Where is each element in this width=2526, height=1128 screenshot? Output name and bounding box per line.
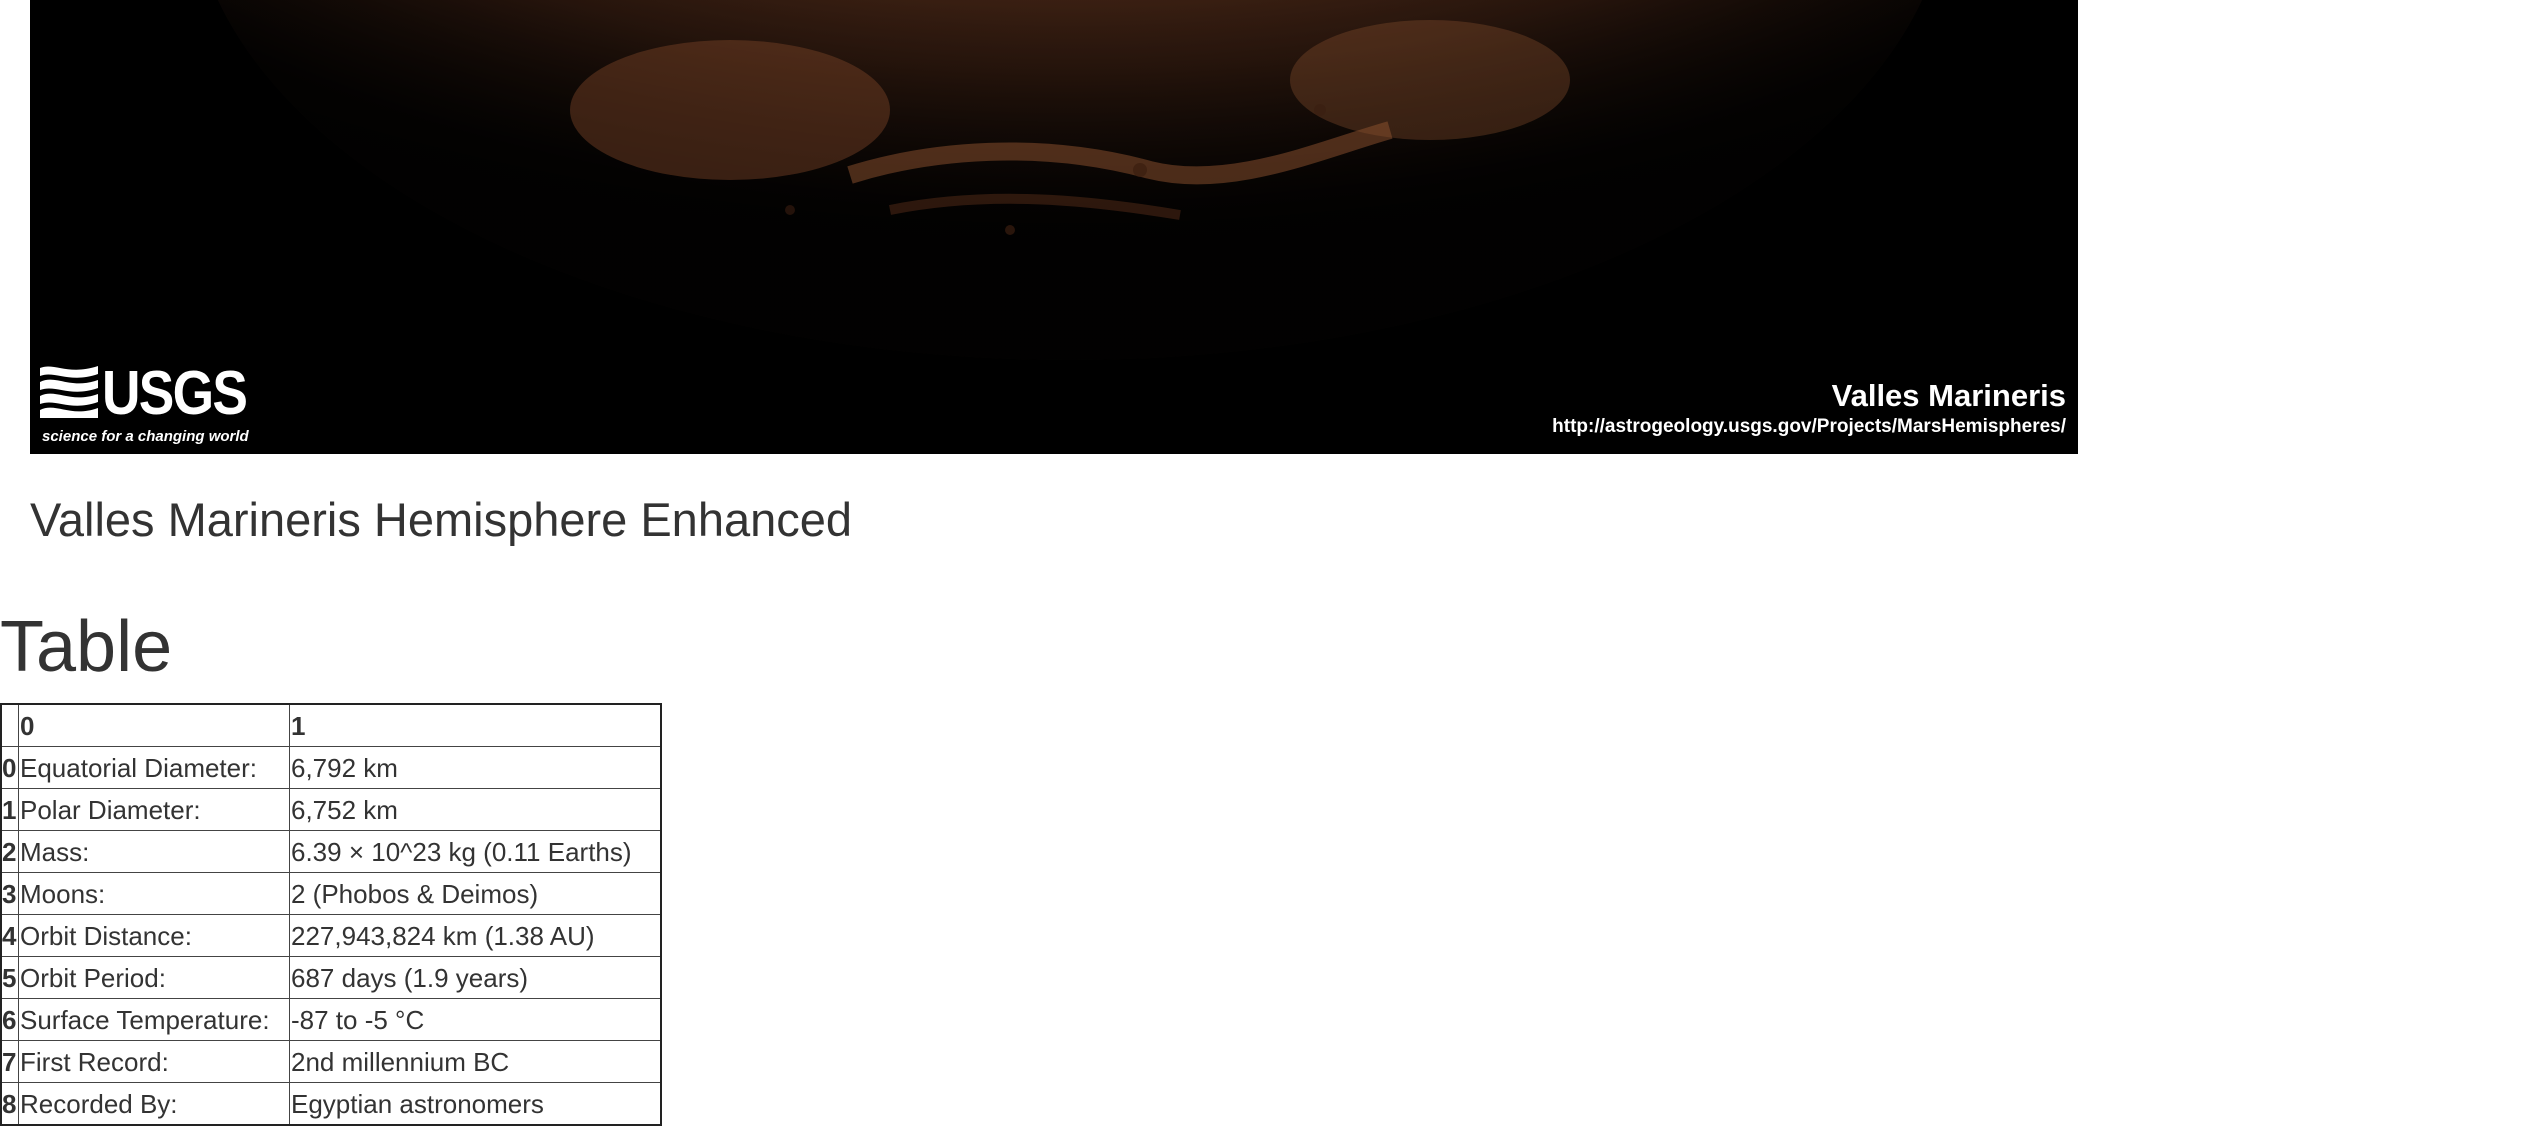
table-header-row: 0 1 — [0, 703, 662, 747]
table-row: 6 Surface Temperature: -87 to -5 °C — [0, 998, 662, 1041]
table-row: 1 Polar Diameter: 6,752 km — [0, 788, 662, 831]
table-row: 0 Equatorial Diameter: 6,792 km — [0, 746, 662, 789]
table-row: 8 Recorded By: Egyptian astronomers — [0, 1082, 662, 1126]
usgs-waves-icon — [40, 366, 98, 418]
row-label: Equatorial Diameter: — [18, 746, 290, 789]
row-value: 6,792 km — [289, 746, 662, 789]
row-index: 7 — [0, 1040, 19, 1083]
caption-name: Valles Marineris — [1831, 378, 2066, 413]
table-row: 7 First Record: 2nd millennium BC — [0, 1040, 662, 1083]
row-label: Polar Diameter: — [18, 788, 290, 831]
row-label: Surface Temperature: — [18, 998, 290, 1041]
row-index: 4 — [0, 914, 19, 957]
row-index: 8 — [0, 1082, 19, 1126]
row-label: Mass: — [18, 830, 290, 873]
row-label: First Record: — [18, 1040, 290, 1083]
row-index: 3 — [0, 872, 19, 915]
header-cell-0: 0 — [18, 703, 290, 747]
row-index: 0 — [0, 746, 19, 789]
table-row: 5 Orbit Period: 687 days (1.9 years) — [0, 956, 662, 999]
table-row: 2 Mass: 6.39 × 10^23 kg (0.11 Earths) — [0, 830, 662, 873]
row-value: 2nd millennium BC — [289, 1040, 662, 1083]
row-value: 6,752 km — [289, 788, 662, 831]
row-value: 687 days (1.9 years) — [289, 956, 662, 999]
header-cell-1: 1 — [289, 703, 662, 747]
mars-hemisphere-image: USGS science for a changing world Valles… — [30, 0, 2078, 454]
usgs-tagline: science for a changing world — [42, 428, 249, 445]
row-index: 1 — [0, 788, 19, 831]
caption-url: http://astrogeology.usgs.gov/Projects/Ma… — [1552, 416, 2066, 437]
table-heading: Table — [0, 607, 173, 687]
usgs-wordmark: USGS — [102, 359, 248, 428]
row-label: Orbit Distance: — [18, 914, 290, 957]
table-row: 3 Moons: 2 (Phobos & Deimos) — [0, 872, 662, 915]
page: USGS science for a changing world Valles… — [0, 0, 2526, 1128]
row-label: Moons: — [18, 872, 290, 915]
row-index: 6 — [0, 998, 19, 1041]
image-caption: Valles Marineris http://astrogeology.usg… — [1552, 378, 2066, 440]
mars-facts-table: 0 1 0 Equatorial Diameter: 6,792 km 1 Po… — [0, 703, 662, 1126]
table-row: 4 Orbit Distance: 227,943,824 km (1.38 A… — [0, 914, 662, 957]
usgs-logo: USGS science for a changing world — [40, 362, 270, 446]
row-index: 5 — [0, 956, 19, 999]
row-label: Orbit Period: — [18, 956, 290, 999]
row-value: 2 (Phobos & Deimos) — [289, 872, 662, 915]
row-value: 6.39 × 10^23 kg (0.11 Earths) — [289, 830, 662, 873]
row-index: 2 — [0, 830, 19, 873]
row-label: Recorded By: — [18, 1082, 290, 1126]
row-value: Egyptian astronomers — [289, 1082, 662, 1126]
hemisphere-title: Valles Marineris Hemisphere Enhanced — [30, 493, 853, 546]
header-cell-index — [0, 703, 19, 747]
row-value: 227,943,824 km (1.38 AU) — [289, 914, 662, 957]
row-value: -87 to -5 °C — [289, 998, 662, 1041]
